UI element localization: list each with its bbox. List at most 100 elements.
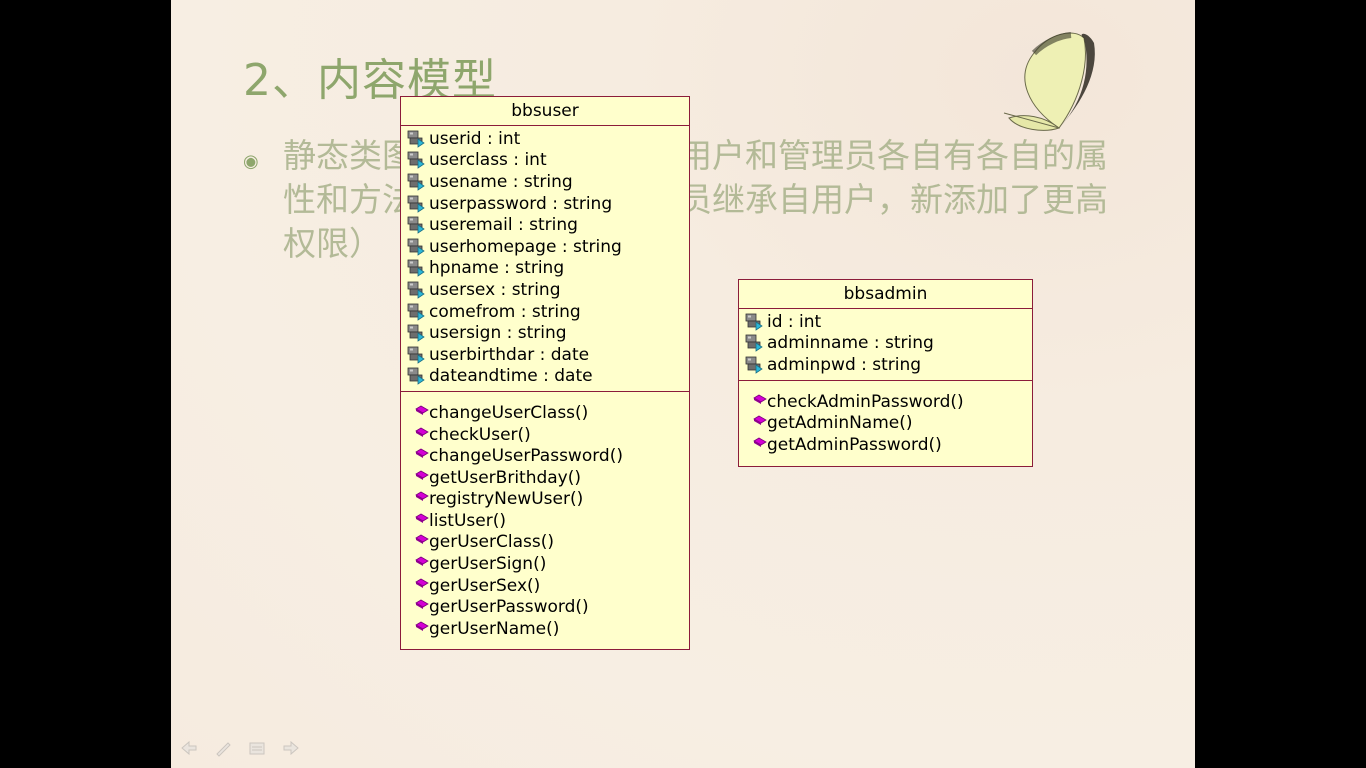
- operation-label: gerUserName(): [429, 618, 560, 639]
- operation-label: getAdminName(): [767, 413, 913, 434]
- private-attribute-icon: [745, 312, 767, 332]
- operation-row: listUser(): [401, 510, 689, 532]
- attribute-label: usersign : string: [429, 323, 567, 344]
- private-attribute-icon: [407, 258, 429, 278]
- public-operation-icon: [415, 468, 429, 488]
- public-operation-icon: [415, 489, 429, 509]
- public-operation-icon: [415, 446, 429, 466]
- public-operation-icon: [415, 619, 429, 639]
- attribute-row: dateandtime : date: [401, 366, 689, 388]
- private-attribute-icon: [407, 237, 429, 257]
- attribute-label: dateandtime : date: [429, 366, 593, 387]
- private-attribute-icon: [407, 323, 429, 343]
- private-attribute-icon: [407, 172, 429, 192]
- attribute-row: comefrom : string: [401, 301, 689, 323]
- private-attribute-icon: [407, 366, 429, 386]
- attribute-label: adminpwd : string: [767, 354, 922, 375]
- attribute-row: usersex : string: [401, 279, 689, 301]
- public-operation-icon: [415, 511, 429, 531]
- public-operation-icon: [753, 435, 767, 455]
- attribute-label: adminname : string: [767, 333, 934, 354]
- operation-row: checkAdminPassword(): [739, 391, 1032, 413]
- attribute-label: userhomepage : string: [429, 236, 622, 257]
- operation-compartment: checkAdminPassword() getAdminName() getAdm…: [739, 381, 1032, 460]
- bullet-icon: ◉: [243, 151, 259, 172]
- attribute-label: useremail : string: [429, 215, 578, 236]
- public-operation-icon: [415, 554, 429, 574]
- attribute-row: adminpwd : string: [739, 354, 1032, 376]
- attribute-compartment: id : int adminname : string adminpwd : str…: [739, 309, 1032, 381]
- attribute-row: userclass : int: [401, 150, 689, 172]
- attribute-row: hpname : string: [401, 258, 689, 280]
- class-name: bbsadmin: [739, 280, 1032, 309]
- attribute-row: usersign : string: [401, 322, 689, 344]
- operation-row: registryNewUser(): [401, 489, 689, 511]
- operation-row: gerUserPassword(): [401, 596, 689, 618]
- public-operation-icon: [753, 392, 767, 412]
- operation-label: getUserBrithday(): [429, 467, 582, 488]
- attribute-row: id : int: [739, 311, 1032, 333]
- class-name: bbsuser: [401, 97, 689, 126]
- operation-row: gerUserSign(): [401, 553, 689, 575]
- attribute-label: usersex : string: [429, 279, 561, 300]
- private-attribute-icon: [407, 194, 429, 214]
- attribute-row: useremail : string: [401, 214, 689, 236]
- operation-label: gerUserPassword(): [429, 597, 589, 618]
- operation-label: gerUserClass(): [429, 532, 554, 553]
- operation-row: getAdminPassword(): [739, 434, 1032, 456]
- private-attribute-icon: [407, 302, 429, 322]
- attribute-label: userpassword : string: [429, 193, 613, 214]
- private-attribute-icon: [745, 333, 767, 353]
- attribute-row: userpassword : string: [401, 193, 689, 215]
- attribute-compartment: userid : int userclass : int usename : str…: [401, 126, 689, 393]
- public-operation-icon: [415, 597, 429, 617]
- operation-label: listUser(): [429, 510, 506, 531]
- next-slide-icon[interactable]: [281, 738, 301, 758]
- attribute-row: usename : string: [401, 171, 689, 193]
- menu-icon[interactable]: [247, 738, 267, 758]
- operation-label: changeUserPassword(): [429, 446, 623, 467]
- operation-label: checkUser(): [429, 424, 531, 445]
- operation-label: registryNewUser(): [429, 489, 584, 510]
- private-attribute-icon: [407, 345, 429, 365]
- attribute-label: comefrom : string: [429, 301, 581, 322]
- private-attribute-icon: [407, 215, 429, 235]
- public-operation-icon: [415, 532, 429, 552]
- previous-slide-icon[interactable]: [179, 738, 199, 758]
- attribute-row: userhomepage : string: [401, 236, 689, 258]
- private-attribute-icon: [407, 280, 429, 300]
- operation-label: gerUserSex(): [429, 575, 541, 596]
- public-operation-icon: [415, 576, 429, 596]
- attribute-row: adminname : string: [739, 333, 1032, 355]
- attribute-label: userbirthdar : date: [429, 344, 590, 365]
- operation-row: checkUser(): [401, 424, 689, 446]
- operation-row: gerUserName(): [401, 618, 689, 640]
- public-operation-icon: [415, 425, 429, 445]
- attribute-row: userbirthdar : date: [401, 344, 689, 366]
- operation-row: getUserBrithday(): [401, 467, 689, 489]
- operation-row: getAdminName(): [739, 412, 1032, 434]
- attribute-label: hpname : string: [429, 258, 565, 279]
- operation-row: changeUserPassword(): [401, 445, 689, 467]
- private-attribute-icon: [407, 129, 429, 149]
- operation-compartment: changeUserClass() checkUser() changeUserPa…: [401, 392, 689, 644]
- operation-label: gerUserSign(): [429, 554, 547, 575]
- public-operation-icon: [415, 403, 429, 423]
- operation-row: changeUserClass(): [401, 402, 689, 424]
- operation-row: gerUserSex(): [401, 575, 689, 597]
- attribute-label: userid : int: [429, 128, 521, 149]
- attribute-row: userid : int: [401, 128, 689, 150]
- attribute-label: usename : string: [429, 171, 573, 192]
- butterfly-icon: [1003, 32, 1095, 131]
- slideshow-nav: [179, 738, 301, 758]
- operation-label: getAdminPassword(): [767, 434, 942, 455]
- operation-label: checkAdminPassword(): [767, 391, 964, 412]
- attribute-label: userclass : int: [429, 150, 547, 171]
- public-operation-icon: [753, 413, 767, 433]
- private-attribute-icon: [407, 150, 429, 170]
- attribute-label: id : int: [767, 311, 822, 332]
- operation-label: changeUserClass(): [429, 402, 589, 423]
- bbsadmin-class-box: bbsadmin id : int adminname : string admin…: [738, 279, 1033, 467]
- pen-icon[interactable]: [213, 738, 233, 758]
- operation-row: gerUserClass(): [401, 532, 689, 554]
